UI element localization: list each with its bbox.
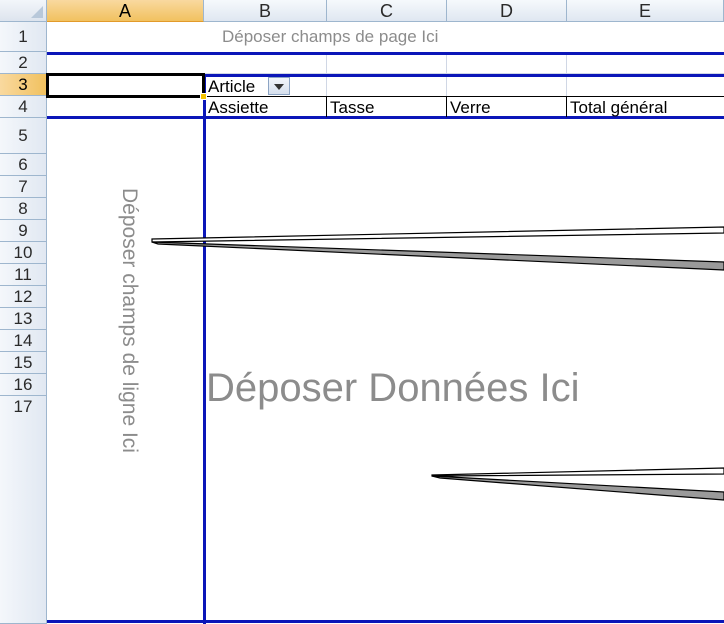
callout-arrows — [151, 226, 724, 501]
callout-data-zone-bottom — [431, 475, 724, 501]
callout-row-zone-top — [151, 226, 724, 243]
callout-row-zone-bottom — [151, 241, 724, 271]
callout-data-zone-top — [431, 467, 724, 477]
